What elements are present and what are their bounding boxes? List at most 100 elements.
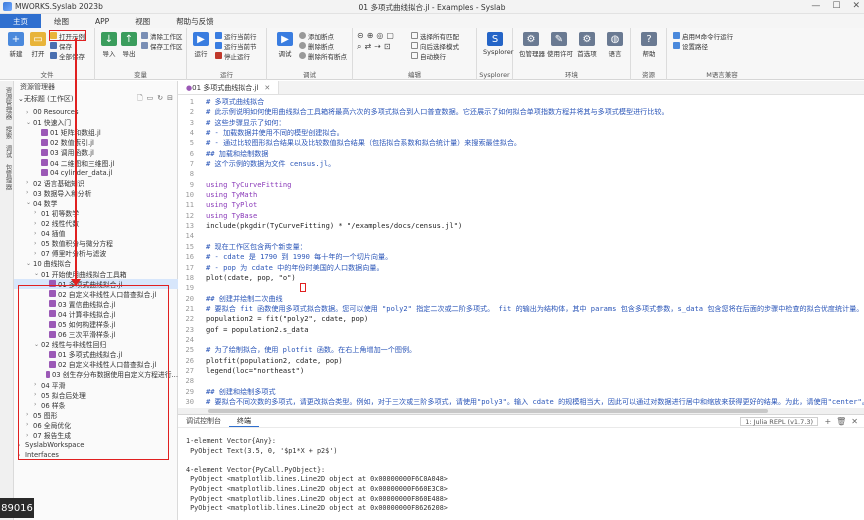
code-line[interactable]: 27 legend(loc="northeast") xyxy=(178,366,864,376)
license-button[interactable]: ✎ 使用许可 xyxy=(547,32,573,58)
tree-folder[interactable]: › 07 报告生成 xyxy=(14,430,178,441)
tree-file[interactable]: 01 多项式曲线拟合.jl xyxy=(14,349,178,359)
tree-folder[interactable]: › 04 平滑 xyxy=(14,380,178,390)
new-file-icon[interactable]: 🗋 xyxy=(137,94,143,105)
tab-debug-console[interactable]: 调试控制台 xyxy=(178,416,229,426)
code-line[interactable]: 11 using TyPlot xyxy=(178,200,864,210)
tree-file[interactable]: 02 自定义非线性人口普查拟合.jl xyxy=(14,289,178,299)
code-line[interactable]: 2 # 此示例说明如何使用曲线拟合工具箱将最高六次的多项式拟合到人口普查数据。它还… xyxy=(178,107,864,117)
menu-view[interactable]: 视图 xyxy=(122,14,163,28)
export-button[interactable]: ↑ 导出 xyxy=(117,32,141,58)
code-line[interactable]: 12 using TyBase xyxy=(178,211,864,221)
tree-file[interactable]: 01 矩阵和数组.jl xyxy=(14,127,178,137)
tree-folder[interactable]: › SyslabWorkspace xyxy=(14,440,178,450)
open-examples-button[interactable]: 打开示例 xyxy=(49,30,86,41)
repl-selector[interactable]: 1: Julia REPL (v1.7.3) xyxy=(740,417,818,426)
tree-file[interactable]: 03 创生存分布数据使用自定义方程进行... xyxy=(14,369,178,379)
tree-folder[interactable]: › 03 数据导入和分析 xyxy=(14,188,178,198)
code-line[interactable]: 4 # - 加载数据并使用不同的模型创建拟合。 xyxy=(178,128,864,138)
indent-icon[interactable]: ⊕ xyxy=(367,31,374,40)
bookmark-icon[interactable]: ⊡ xyxy=(384,42,391,52)
tree-file[interactable]: 06 三次平滑样条.jl xyxy=(14,329,178,339)
tree-folder[interactable]: ⌄ 04 数学 xyxy=(14,198,178,208)
activity-search[interactable]: 搜索 xyxy=(3,126,13,139)
code-line[interactable]: 7 # 这个示例的数据为文件 census.jl。 xyxy=(178,159,864,169)
tree-folder[interactable]: › 01 初等数学 xyxy=(14,208,178,218)
code-line[interactable]: 8 xyxy=(178,169,864,179)
code-line[interactable]: 18 plot(cdate, pop, "o") xyxy=(178,273,864,283)
collapse-icon[interactable]: ⊟ xyxy=(167,94,173,105)
editor-tab-active[interactable]: ● 01 多项式曲线拟合.jl ✕ xyxy=(178,81,280,94)
tree-folder[interactable]: › 05 图形 xyxy=(14,410,178,420)
code-line[interactable]: 19 xyxy=(178,283,864,293)
tree-file[interactable]: 02 数值索引.jl xyxy=(14,137,178,147)
tree-folder[interactable]: › Interfaces xyxy=(14,450,178,460)
menu-plot[interactable]: 绘图 xyxy=(41,14,82,28)
tree-folder[interactable]: › 00 Resources xyxy=(14,107,178,117)
code-line[interactable]: 21 # 要拟合 fit 函数使用多项式拟合数据。您可以使用 "poly2" 指定… xyxy=(178,304,864,314)
scrollbar-thumb[interactable] xyxy=(208,409,768,413)
replace-icon[interactable]: ⇄ xyxy=(364,42,371,52)
run-line-button[interactable]: 运行当前行 xyxy=(215,31,257,41)
tree-folder[interactable]: › 04 插值 xyxy=(14,228,178,239)
code-lines[interactable]: 1 # 多项式曲线拟合 2 # 此示例说明如何使用曲线拟合工具箱将最高六次的多项式拟合… xyxy=(178,97,864,418)
tree-folder[interactable]: ⌄ 10 曲线拟合 xyxy=(14,258,178,269)
tree-folder[interactable]: › 05 拟合后处理 xyxy=(14,390,178,400)
close-tab-icon[interactable]: ✕ xyxy=(264,84,270,92)
tree-file[interactable]: 01 多项式曲线拟合.jl xyxy=(14,278,178,289)
code-line[interactable]: 9 using TyCurveFitting xyxy=(178,180,864,190)
remove-all-breakpoints-button[interactable]: 删除所有断点 xyxy=(299,51,347,61)
activity-debug[interactable]: 调试 xyxy=(3,145,13,158)
code-line[interactable]: 22 population2 = fit("poly2", cdate, pop) xyxy=(178,314,864,324)
code-line[interactable]: 1 # 多项式曲线拟合 xyxy=(178,97,864,107)
trash-icon[interactable]: 🗑 xyxy=(836,417,846,426)
find-icon[interactable]: ⌕ xyxy=(357,42,361,52)
code-line[interactable]: 3 # 这些步骤显示了如何： xyxy=(178,118,864,128)
code-line[interactable]: 26 plotfit(population2, cdate, pop) xyxy=(178,356,864,366)
add-terminal-icon[interactable]: + xyxy=(824,417,831,426)
activity-packages[interactable]: 包管理器 xyxy=(3,164,13,190)
tree-file[interactable]: 04 二维图和三维图.jl xyxy=(14,157,178,168)
save-all-button[interactable]: 全部保存 xyxy=(50,51,85,61)
close-icon[interactable]: ✕ xyxy=(852,1,860,11)
code-line[interactable]: 24 xyxy=(178,335,864,345)
code-line[interactable]: 30 # 要拟合不同次数的多项式，请更改拟合类型。例如，对于三次或三阶多项式，请使… xyxy=(178,397,864,407)
code-line[interactable]: 10 using TyMath xyxy=(178,190,864,200)
new-folder-icon[interactable]: ▭ xyxy=(147,94,154,105)
run-section-button[interactable]: 运行当前节 xyxy=(215,41,257,51)
tree-folder[interactable]: › 05 数值积分与微分方程 xyxy=(14,238,178,249)
tree-file[interactable]: 04 计算非线拟合.jl xyxy=(14,309,178,319)
code-line[interactable]: 6 ## 加载和绘制数据 xyxy=(178,149,864,159)
tree-folder[interactable]: › 06 样条 xyxy=(14,400,178,410)
word-wrap-button[interactable]: 自动换行 xyxy=(411,51,446,61)
close-panel-icon[interactable]: ✕ xyxy=(851,417,858,426)
language-button[interactable]: ◍ 语言 xyxy=(603,32,627,58)
code-line[interactable]: 29 ## 创建和绘制多项式 xyxy=(178,387,864,397)
wrap-icon[interactable]: ◎ xyxy=(376,31,383,40)
tree-folder[interactable]: ⌄ 02 线性与非线性回归 xyxy=(14,339,178,350)
tree-file[interactable]: 05 如何构建样条.jl xyxy=(14,319,178,329)
comment-icon[interactable]: ⊝ xyxy=(357,31,364,40)
enable-m-button[interactable]: 启用M命令行运行 xyxy=(673,31,733,41)
code-line[interactable]: 20 ## 创建并绘制二次曲线 xyxy=(178,294,864,304)
tree-folder[interactable]: › 02 语言基础知识 xyxy=(14,178,178,188)
tree-folder[interactable]: ⌄ 01 开始使用曲线拟合工具箱 xyxy=(14,269,178,279)
menu-home[interactable]: 主页 xyxy=(0,14,41,28)
debug-button[interactable]: ▶ 调试 xyxy=(273,32,297,58)
code-line[interactable]: 15 # 现在工作区包含两个新变量： xyxy=(178,242,864,252)
code-line[interactable]: 16 # - cdate 是 1790 到 1990 每十年的一个切片向量。 xyxy=(178,252,864,262)
open-button[interactable]: ▭ 打开 xyxy=(26,32,50,58)
clear-workspace-button[interactable]: 清除工作区 xyxy=(141,31,183,41)
menu-app[interactable]: APP xyxy=(82,14,122,28)
select-all-matches-button[interactable]: 选择所有匹配 xyxy=(411,31,459,41)
code-editor[interactable]: ● 01 多项式曲线拟合.jl ✕ 1 # 多项式曲线拟合 2 # 此示例说明如何使用… xyxy=(178,81,864,416)
workspace-header[interactable]: ⌄ 无标题 (工作区) 🗋 ▭ ↻ ⊟ xyxy=(14,93,177,105)
preferences-button[interactable]: ⚙ 首选项 xyxy=(575,32,599,58)
sysplorer-button[interactable]: S Sysplorer xyxy=(483,32,513,56)
tab-terminal[interactable]: 终端 xyxy=(229,416,259,427)
code-line[interactable]: 14 xyxy=(178,231,864,241)
code-line[interactable]: 13 include(pkgdir(TyCurveFitting) * "/exa… xyxy=(178,221,864,231)
tree-folder[interactable]: ⌄ 01 快速入门 xyxy=(14,117,178,128)
help-button[interactable]: ? 帮助 xyxy=(637,32,661,58)
stop-button[interactable]: 停止运行 xyxy=(215,51,250,61)
